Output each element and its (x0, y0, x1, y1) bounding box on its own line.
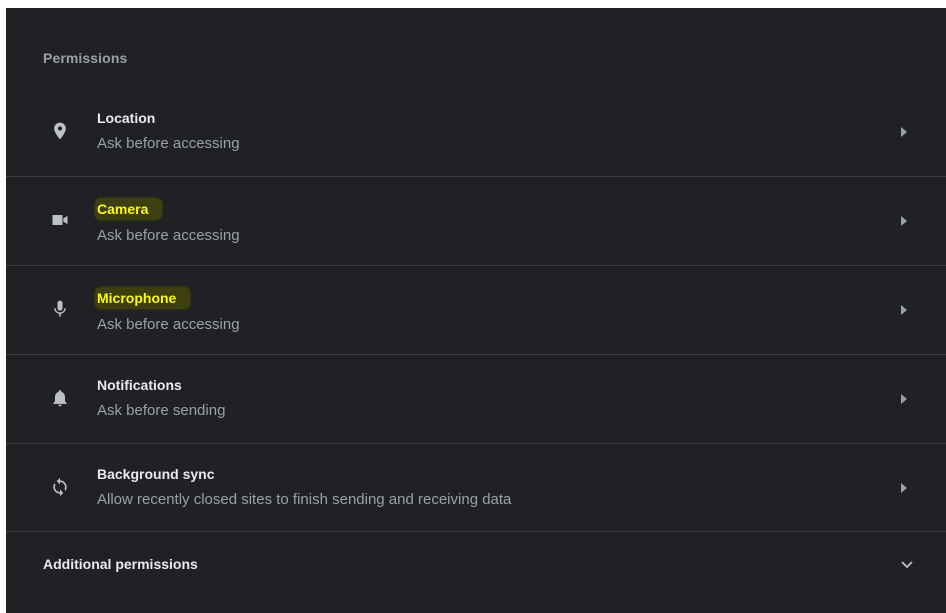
arrow-right-icon (898, 482, 910, 494)
permission-subtitle: Ask before accessing (97, 135, 240, 152)
additional-permissions-label: Additional permissions (43, 556, 198, 572)
bell-icon (50, 388, 70, 408)
arrow-right-icon (898, 126, 910, 138)
permission-subtitle: Ask before accessing (97, 227, 240, 244)
additional-permissions-toggle[interactable]: Additional permissions (6, 531, 946, 598)
arrow-right-icon (898, 304, 910, 316)
arrow-right-icon (898, 215, 910, 227)
location-pin-icon (50, 121, 70, 141)
permission-row-microphone[interactable]: Microphone Ask before accessing (6, 266, 946, 355)
permission-row-background-sync[interactable]: Background sync Allow recently closed si… (6, 444, 946, 532)
microphone-icon (50, 299, 70, 319)
permission-row-camera[interactable]: Camera Ask before accessing (6, 177, 946, 266)
permission-subtitle: Allow recently closed sites to finish se… (97, 491, 512, 508)
permission-row-notifications[interactable]: Notifications Ask before sending (6, 355, 946, 444)
permissions-list: Location Ask before accessing Camera Ask… (6, 88, 946, 532)
permission-title: Notifications (97, 377, 182, 393)
permission-title: Background sync (97, 466, 215, 482)
section-title: Permissions (43, 50, 128, 66)
camera-icon (50, 210, 70, 230)
permission-subtitle: Ask before accessing (97, 316, 240, 333)
settings-panel: Permissions Location Ask before accessin… (6, 8, 946, 613)
chevron-down-icon (900, 558, 914, 572)
arrow-right-icon (898, 393, 910, 405)
permission-subtitle: Ask before sending (97, 402, 226, 419)
permission-title: Camera (95, 198, 163, 220)
sync-icon (50, 477, 70, 497)
permission-row-location[interactable]: Location Ask before accessing (6, 88, 946, 177)
permission-title: Location (97, 110, 156, 126)
permission-title: Microphone (95, 287, 191, 309)
